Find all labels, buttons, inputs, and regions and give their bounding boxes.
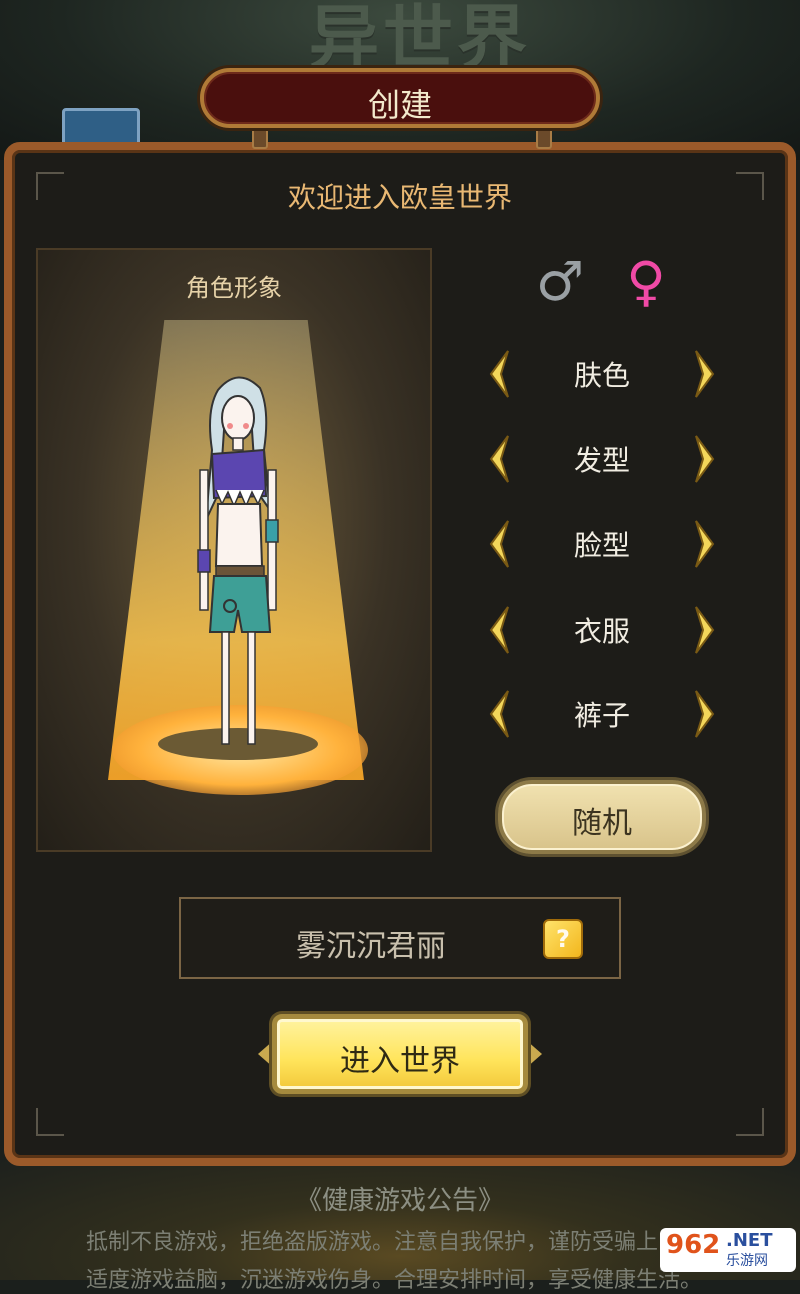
watermark-cn: 乐游网 xyxy=(726,1253,768,1269)
health-notice-line: 适度游戏益脑，沉迷游戏伤身。合理安排时间，享受健康生活。 xyxy=(86,1268,703,1293)
chevron-right-icon[interactable] xyxy=(692,688,718,740)
chevron-right-icon[interactable] xyxy=(692,348,718,400)
health-notice-title: 《健康游戏公告》 xyxy=(295,1186,504,1216)
chevron-right-icon[interactable] xyxy=(692,518,718,570)
character-preview: 角色形象 xyxy=(36,248,432,852)
chevron-left-icon[interactable] xyxy=(486,688,512,740)
option-row-hair: 发型 xyxy=(486,429,718,489)
option-row-face: 脸型 xyxy=(486,514,718,574)
female-gender-icon[interactable]: ♀ xyxy=(616,252,676,312)
random-name-dice-icon[interactable]: ? xyxy=(543,919,583,959)
chevron-left-icon[interactable] xyxy=(486,433,512,485)
character-figure xyxy=(197,376,279,745)
watermark-net: .NET xyxy=(726,1230,773,1251)
health-notice-line: 抵制不良游戏，拒绝盗版游戏。注意自我保护，谨防受骗上当。 xyxy=(86,1230,703,1255)
button-ornament xyxy=(526,1040,542,1068)
option-label: 衣服 xyxy=(573,615,630,648)
page-title: 创建 xyxy=(367,86,432,124)
portrait-label: 角色形象 xyxy=(186,274,282,302)
dice-symbol: ? xyxy=(556,925,570,953)
chevron-left-icon[interactable] xyxy=(486,604,512,656)
title-plaque: 创建 xyxy=(200,68,600,128)
chevron-left-icon[interactable] xyxy=(486,518,512,570)
chevron-left-icon[interactable] xyxy=(486,348,512,400)
option-row-clothes: 衣服 xyxy=(486,600,718,660)
option-row-pants: 裤子 xyxy=(486,684,718,744)
enter-world-button[interactable]: 进入世界 xyxy=(272,1014,528,1094)
character-name-field[interactable]: 雾沉沉君丽 ? xyxy=(179,897,621,979)
watermark-number: 962 xyxy=(666,1230,721,1260)
enter-world-label: 进入世界 xyxy=(340,1044,460,1079)
option-row-skin: 肤色 xyxy=(486,344,718,404)
male-gender-icon[interactable]: ♂ xyxy=(530,252,590,312)
corner-ornament xyxy=(36,1108,64,1136)
option-label: 肤色 xyxy=(573,359,630,392)
corner-ornament xyxy=(736,1108,764,1136)
random-button-label: 随机 xyxy=(572,806,632,841)
site-watermark: 962 .NET 乐游网 xyxy=(660,1228,796,1272)
option-label: 发型 xyxy=(573,444,630,477)
welcome-text: 欢迎进入欧皇世界 xyxy=(287,181,512,214)
random-button[interactable]: 随机 xyxy=(498,780,706,854)
character-name-value: 雾沉沉君丽 xyxy=(296,929,446,964)
option-label: 裤子 xyxy=(573,699,630,732)
chevron-right-icon[interactable] xyxy=(692,604,718,656)
chevron-right-icon[interactable] xyxy=(692,433,718,485)
option-label: 脸型 xyxy=(573,529,630,562)
